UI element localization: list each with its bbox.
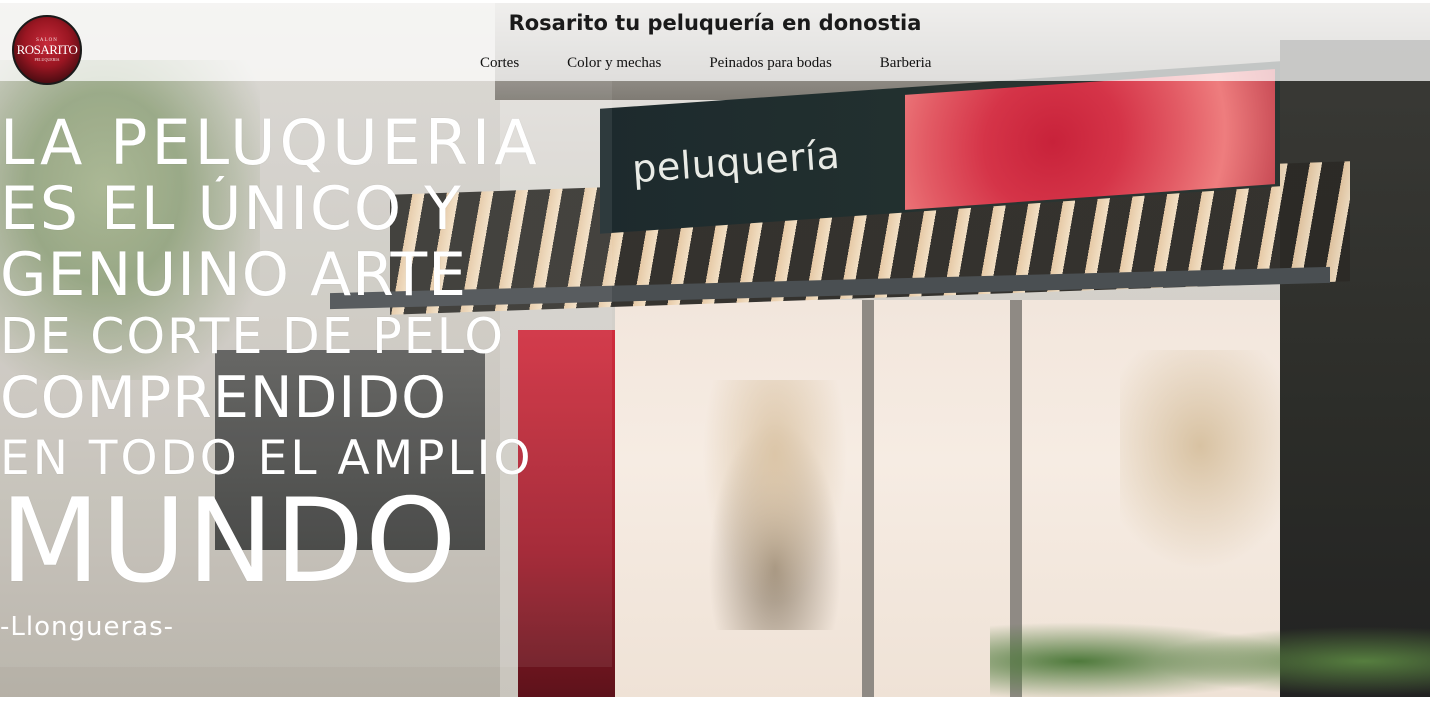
nav-item-peinados-para-bodas[interactable]: Peinados para bodas — [685, 55, 855, 72]
site-title: Rosarito tu peluquería en donostia — [508, 11, 922, 35]
hero-shop-column — [862, 300, 874, 702]
logo-sub-text: PELUQUERIA — [34, 57, 60, 62]
hero-bottom-edge — [0, 697, 1430, 702]
quote-line: en todo el amplio — [0, 431, 534, 486]
main-nav: Cortes Color y mechas Peinados para boda… — [456, 55, 955, 72]
nav-item-barberia[interactable]: Barberia — [856, 55, 956, 72]
nav-item-cortes[interactable]: Cortes — [456, 55, 543, 72]
hero-plants — [990, 600, 1430, 702]
site-header: SALON ROSARITO PELUQUERIA Rosarito tu pe… — [0, 0, 1430, 85]
hero-quote: La peluqueria es el único y genuino arte… — [0, 110, 612, 596]
quote-line: La peluqueria — [0, 110, 541, 176]
nav-item-color-y-mechas[interactable]: Color y mechas — [543, 55, 685, 72]
hero-hat-display — [690, 380, 860, 630]
quote-line: es el único y — [0, 176, 463, 242]
quote-line: comprendido — [0, 366, 447, 430]
quote-line: genuino arte — [0, 242, 468, 308]
quote-author: -Llongueras- — [0, 612, 175, 642]
quote-line: mundo — [0, 488, 458, 596]
logo-name: ROSARITO — [16, 42, 78, 57]
quote-line: de corte de pelo — [0, 308, 505, 365]
